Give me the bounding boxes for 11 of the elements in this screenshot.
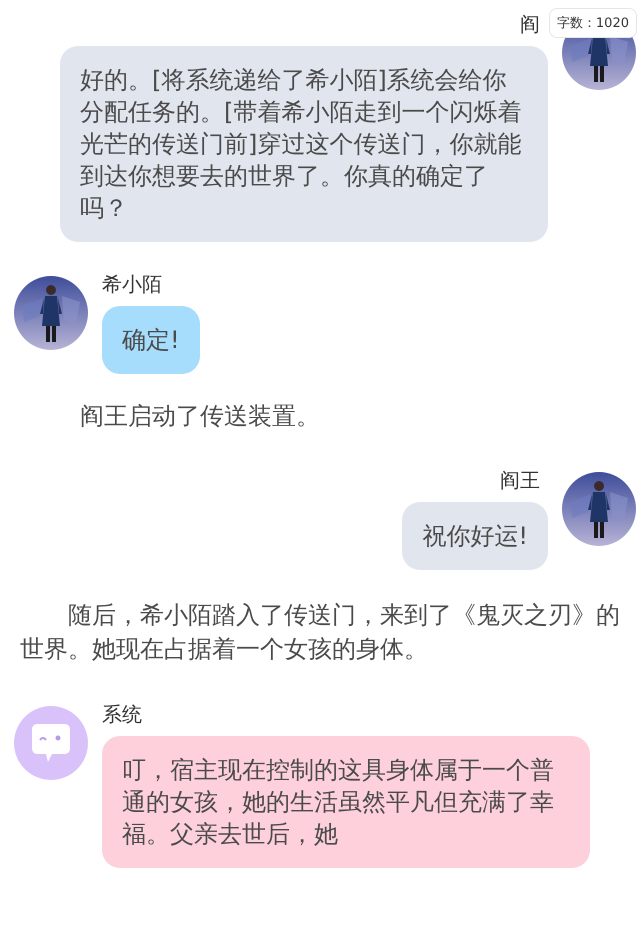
message-bubble: 确定!: [102, 306, 200, 374]
message-bubble: 祝你好运!: [402, 502, 548, 570]
word-count-badge: 字数：1020: [548, 8, 637, 38]
sender-name: 系统: [102, 701, 142, 728]
narration-text: 阎王启动了传送装置。: [80, 401, 321, 432]
message-bubble: 叮，宿主现在控制的这具身体属于一个普通的女孩，她的生活虽然平凡但充满了幸福。父亲去世后，她: [102, 736, 590, 868]
sender-name: 阎王: [500, 467, 540, 494]
sender-name: 阎: [520, 11, 540, 38]
sender-name: 希小陌: [102, 271, 162, 298]
message-bubble: 好的。[将系统递给了希小陌]系统会给你分配任务的。[带着希小陌走到一个闪烁着光芒的传送门前]穿过这个传送门，你就能到达你想要去的世界了。你真的确定了吗？: [60, 46, 548, 242]
narration-text: 随后，希小陌踏入了传送门，来到了《鬼灭之刃》的世界。她现在占据着一个女孩的身体。: [20, 600, 620, 665]
